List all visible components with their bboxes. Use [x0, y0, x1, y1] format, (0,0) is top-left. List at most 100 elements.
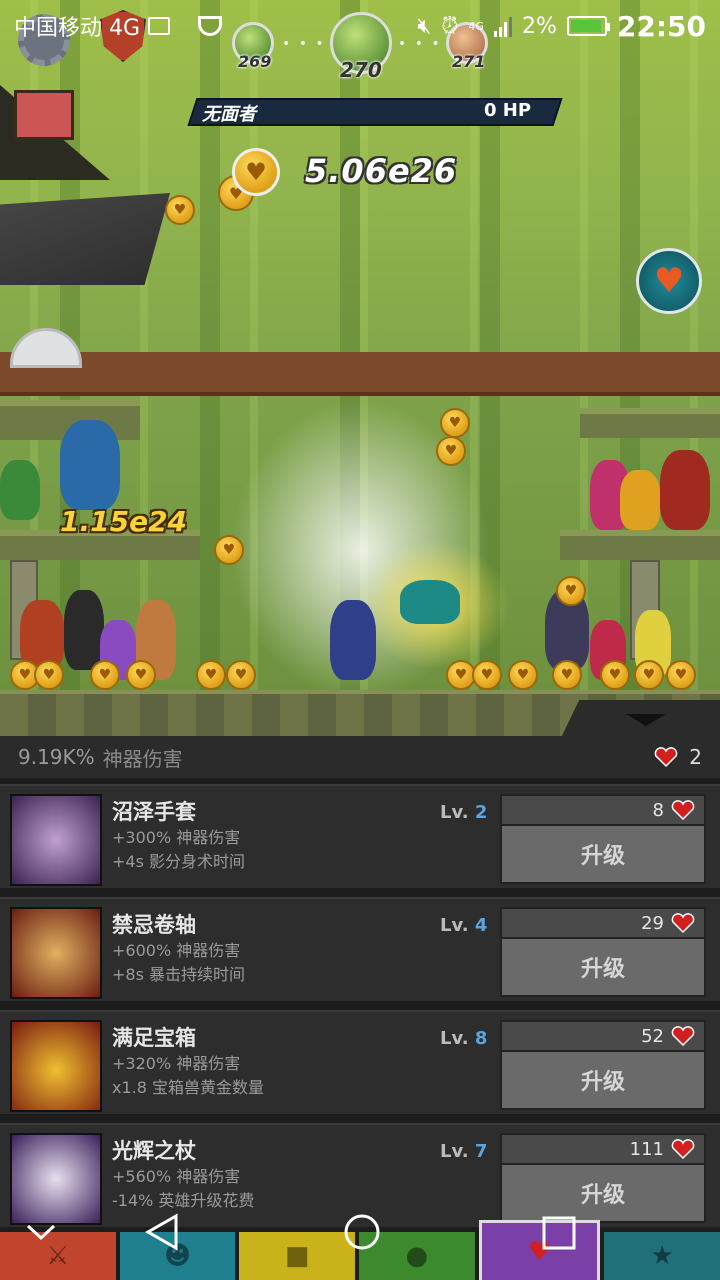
artifact-effect-secondary: -14% 英雄升级花费	[112, 1191, 255, 1210]
hero-dragon	[0, 460, 40, 520]
artifact-name: 满足宝箱	[112, 1026, 196, 1050]
coin-icon[interactable]: ♥	[196, 660, 226, 690]
coin-icon[interactable]: ♥	[90, 660, 120, 690]
relic-heart-icon	[654, 747, 678, 767]
coin-icon[interactable]: ♥	[34, 660, 64, 690]
chevron-down-icon	[626, 714, 666, 726]
cost-value: 29	[641, 912, 664, 934]
relic-count-value: 2	[689, 745, 702, 769]
stage-prev-number: 269	[238, 52, 272, 71]
collapse-panel-tab[interactable]	[560, 700, 720, 740]
upgrade-button[interactable]: 升级	[500, 826, 706, 884]
coin-icon[interactable]: ♥	[600, 660, 630, 690]
artifact-effect-damage: +300% 神器伤害	[112, 828, 241, 847]
coin-icon[interactable]: ♥	[666, 660, 696, 690]
alarm-icon: ⏰︎	[441, 13, 459, 39]
treasure-chest-icon	[12, 1022, 100, 1110]
sword-icon: ⚔︎	[46, 1241, 70, 1271]
artifact-effect-secondary: x1.8 宝箱兽黄金数量	[112, 1078, 265, 1097]
stage-next-number: 271	[452, 52, 486, 71]
tab-shop[interactable]: ★	[604, 1232, 720, 1280]
gold-amount: 5.06e26	[305, 152, 458, 190]
tab-equipment[interactable]: ■	[239, 1232, 356, 1280]
battery-icon	[566, 16, 610, 36]
artifact-effect-secondary: +4s 影分身术时间	[112, 852, 246, 871]
artifact-thumbnail[interactable]	[10, 1133, 102, 1225]
relic-heart-icon	[671, 1139, 695, 1159]
star-icon: ★	[650, 1241, 674, 1271]
coin-icon[interactable]: ♥	[556, 576, 586, 606]
relic-heart-icon	[671, 800, 695, 820]
upgrade-cost: 8	[500, 794, 706, 826]
level-label: Lv.	[440, 915, 469, 936]
upgrade-button[interactable]: 升级	[500, 1165, 706, 1223]
boss-name: 无面者	[202, 104, 256, 125]
level-label: Lv.	[440, 1141, 469, 1162]
artifact-row: 禁忌卷轴 +600% 神器伤害 +8s 暴击持续时间 Lv. 4 29 升级	[0, 897, 720, 1001]
stage-current-number: 270	[340, 58, 382, 82]
recents-square-icon[interactable]	[540, 1214, 578, 1252]
coin-icon[interactable]: ♥	[126, 660, 156, 690]
coin-icon[interactable]: ♥	[165, 195, 195, 225]
heart-skill-button[interactable]: ♥	[636, 248, 702, 314]
upgrade-cost: 52	[500, 1020, 706, 1052]
coin-icon[interactable]: ♥	[634, 660, 664, 690]
hero-dwarf	[660, 450, 710, 530]
gold-coin-icon: ♥	[232, 148, 280, 196]
artifact-level: Lv. 8	[440, 1028, 487, 1049]
coin-icon[interactable]: ♥	[436, 436, 466, 466]
upgrade-button[interactable]: 升级	[500, 939, 706, 997]
shop-icon[interactable]	[14, 90, 74, 140]
carrier-label: 中国移动 4G	[14, 16, 141, 41]
artifact-level: Lv. 2	[440, 802, 487, 823]
image-notification-icon	[148, 17, 171, 35]
artifact-effect-secondary: +8s 暴击持续时间	[112, 965, 246, 984]
artifact-effect-damage: +600% 神器伤害	[112, 941, 241, 960]
vpn-icon	[198, 16, 223, 36]
level-value: 8	[474, 1028, 488, 1049]
home-circle-icon[interactable]	[342, 1212, 382, 1252]
coin-icon[interactable]: ♥	[226, 660, 256, 690]
artifact-thumbnail[interactable]	[10, 907, 102, 999]
artifact-thumbnail[interactable]	[10, 1020, 102, 1112]
artifact-thumbnail[interactable]	[10, 794, 102, 886]
boss-hp: 0 HP	[484, 100, 532, 121]
artifact-row: 沼泽手套 +300% 神器伤害 +4s 影分身术时间 Lv. 2 8 升级	[0, 784, 720, 888]
artifact-level: Lv. 7	[440, 1141, 487, 1162]
level-label: Lv.	[440, 1028, 469, 1049]
shirt-icon: ■	[284, 1241, 310, 1271]
back-triangle-icon[interactable]	[144, 1212, 180, 1252]
artifact-row: 满足宝箱 +320% 神器伤害 x1.8 宝箱兽黄金数量 Lv. 8 52 升级	[0, 1010, 720, 1114]
game-scene[interactable]: ♥ ♥ ♥ ♥ ♥ ♥ ♥ ♥ ♥ ♥ ♥ ♥ ♥ ♥ ♥ ♥ ♥ ♥ 1.15…	[0, 0, 720, 740]
cost-value: 8	[652, 799, 664, 821]
relic-heart-icon	[671, 1026, 695, 1046]
damage-popup: 1.15e24	[60, 505, 188, 538]
hero-knight	[60, 420, 120, 510]
network-type: 4G	[468, 19, 484, 33]
level-value: 4	[474, 915, 488, 936]
right-upper-platform	[580, 408, 720, 438]
coin-icon[interactable]: ♥	[214, 535, 244, 565]
coin-icon[interactable]: ♥	[508, 660, 538, 690]
coin-icon[interactable]: ♥	[552, 660, 582, 690]
relic-heart-icon	[671, 913, 695, 933]
upgrade-cost: 111	[500, 1133, 706, 1165]
summary-label: 神器伤害	[102, 746, 183, 771]
artifact-level: Lv. 4	[440, 915, 487, 936]
hero-main	[330, 600, 376, 680]
coin-icon[interactable]: ♥	[440, 408, 470, 438]
level-value: 2	[474, 802, 488, 823]
artifact-effect-damage: +560% 神器伤害	[112, 1167, 241, 1186]
relic-count: 2	[653, 745, 702, 769]
level-value: 7	[474, 1141, 488, 1162]
artifact-name: 光辉之杖	[112, 1139, 196, 1163]
signal-icon	[493, 15, 512, 37]
coin-icon[interactable]: ♥	[472, 660, 502, 690]
hero-egg	[620, 470, 660, 530]
pet-icon: ●	[405, 1241, 429, 1271]
swamp-glove-icon	[12, 796, 100, 884]
hide-keyboard-chevron-icon[interactable]	[24, 1220, 58, 1244]
upgrade-button[interactable]: 升级	[500, 1052, 706, 1110]
enemy-monster[interactable]	[400, 580, 460, 624]
artifact-name: 沼泽手套	[112, 800, 196, 824]
